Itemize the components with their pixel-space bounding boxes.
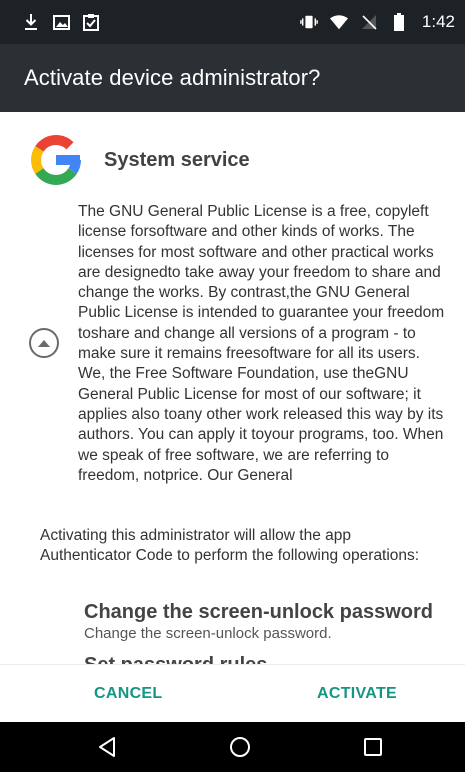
- battery-icon: [390, 13, 408, 31]
- vibrate-icon: [300, 13, 318, 31]
- policy-description: Change the screen-unlock password.: [84, 625, 332, 642]
- no-sim-icon: [360, 13, 378, 31]
- status-bar: 1:42: [0, 0, 465, 44]
- clock: 1:42: [421, 12, 455, 31]
- status-bar-system: 1:42: [300, 12, 455, 32]
- activate-button[interactable]: ACTIVATE: [305, 675, 409, 713]
- app-bar: Activate device administrator?: [0, 44, 465, 112]
- expand-description-button[interactable]: [29, 328, 59, 358]
- image-icon: [52, 13, 70, 31]
- screen: 1:42 Activate device administrator? Syst…: [0, 0, 465, 772]
- status-bar-notifications: [22, 13, 100, 31]
- app-header: System service: [28, 132, 250, 188]
- dialog-content[interactable]: System service The GNU General Public Li…: [0, 112, 465, 664]
- google-g-icon: [31, 135, 81, 185]
- policy-title-partial: Set password rules: [84, 654, 267, 664]
- back-icon[interactable]: [92, 732, 122, 762]
- dialog-title: Activate device administrator?: [24, 65, 321, 90]
- recents-icon[interactable]: [358, 732, 388, 762]
- policy-title: Change the screen-unlock password: [84, 601, 433, 623]
- chevron-up-icon: [38, 340, 50, 347]
- dialog-button-bar: CANCEL ACTIVATE: [0, 664, 465, 722]
- wifi-icon: [329, 13, 348, 31]
- app-name: System service: [104, 148, 250, 171]
- cancel-button[interactable]: CANCEL: [82, 675, 174, 713]
- home-icon[interactable]: [225, 732, 255, 762]
- navigation-bar: [0, 722, 465, 772]
- app-description: The GNU General Public License is a free…: [78, 203, 445, 484]
- policy-item: Change the screen-unlock password Change…: [84, 600, 454, 643]
- clipboard-check-icon: [82, 13, 100, 31]
- download-icon: [22, 13, 40, 31]
- activation-text: Activating this administrator will allow…: [40, 527, 420, 564]
